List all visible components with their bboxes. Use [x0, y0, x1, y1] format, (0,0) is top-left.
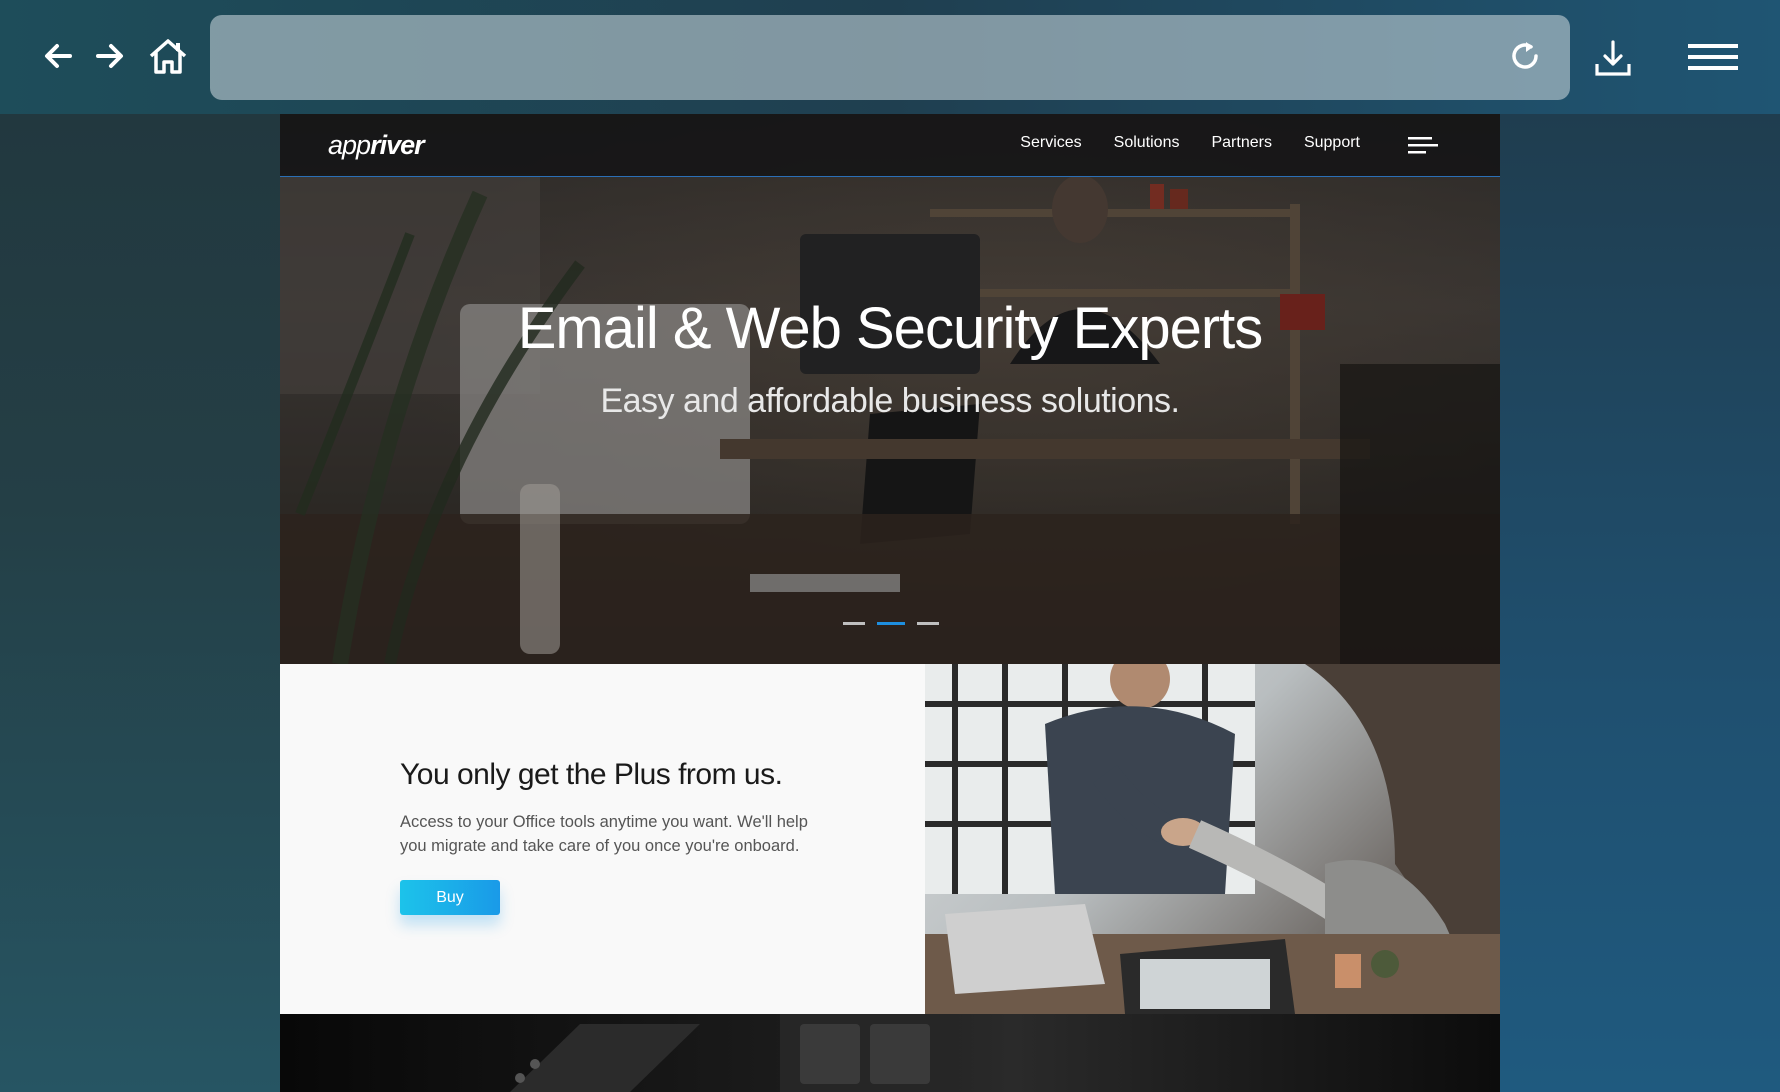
page-background-left [0, 114, 280, 1092]
hero-subtitle: Easy and affordable business solutions. [600, 382, 1180, 420]
page-background-right [1500, 114, 1780, 1092]
hero-banner: appriver Services Solutions Partners Sup… [280, 114, 1500, 664]
reload-icon [1512, 42, 1538, 69]
carousel-indicators [843, 622, 939, 625]
nav-services[interactable]: Services [1020, 134, 1081, 152]
logo-bold-text: river [370, 130, 425, 160]
site-navbar: appriver Services Solutions Partners Sup… [280, 114, 1500, 177]
browser-menu-button[interactable] [1688, 42, 1738, 72]
arrow-right-icon [96, 44, 123, 68]
handshake-image [925, 664, 1500, 1014]
nav-partners[interactable]: Partners [1211, 134, 1271, 152]
arrow-left-icon [45, 44, 72, 68]
address-bar[interactable] [210, 15, 1570, 100]
download-icon [1595, 40, 1631, 76]
logo-light-text: app [328, 130, 371, 160]
nav-support[interactable]: Support [1304, 134, 1360, 152]
reload-button[interactable] [1506, 37, 1544, 80]
home-button[interactable] [148, 37, 188, 75]
keyboard-phone-image [510, 1014, 950, 1092]
hamburger-menu-icon [1688, 44, 1738, 70]
plus-section: You only get the Plus from us. Access to… [280, 664, 925, 1014]
plus-heading: You only get the Plus from us. [400, 758, 783, 791]
download-button[interactable] [1594, 38, 1632, 78]
nav-solutions[interactable]: Solutions [1114, 134, 1180, 152]
handshake-photo [925, 664, 1500, 1014]
website: appriver Services Solutions Partners Sup… [280, 114, 1500, 1092]
browser-toolbar [0, 0, 1780, 114]
carousel-dot-2[interactable] [877, 622, 905, 625]
back-button[interactable] [42, 40, 74, 72]
forward-button[interactable] [94, 40, 126, 72]
plus-body: Access to your Office tools anytime you … [400, 813, 808, 855]
menu-lines-icon [1408, 137, 1438, 154]
hero-title: Email & Web Security Experts [517, 296, 1264, 361]
home-icon [149, 39, 187, 74]
appriver-logo[interactable]: appriver [328, 130, 425, 161]
buy-button[interactable]: Buy [400, 880, 500, 915]
next-section-preview [280, 1014, 1500, 1092]
nav-links: Services Solutions Partners Support [1020, 134, 1360, 152]
carousel-dot-3[interactable] [917, 622, 939, 625]
site-menu-button[interactable] [1408, 136, 1438, 159]
carousel-dot-1[interactable] [843, 622, 865, 625]
